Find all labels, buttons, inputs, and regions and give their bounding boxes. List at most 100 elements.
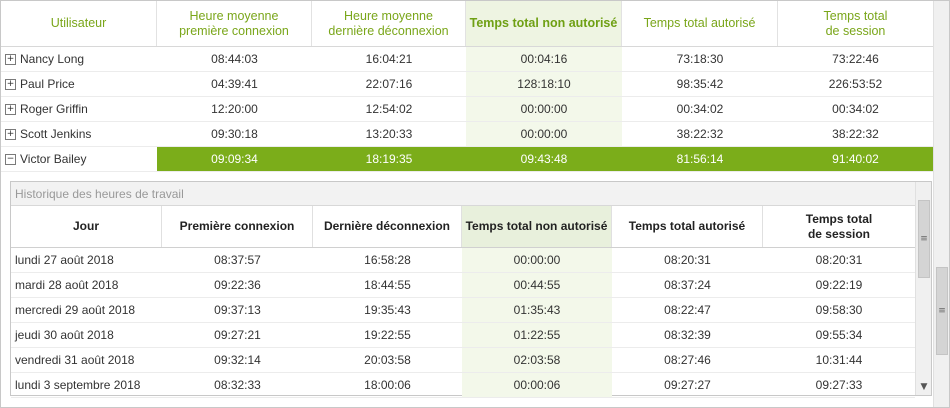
day-cell[interactable]: mardi 28 août 2018 — [11, 273, 162, 297]
plus-box-icon[interactable]: + — [5, 78, 16, 90]
table-row[interactable]: + Paul Price 04:39:41 22:07:16 128:18:10 … — [1, 72, 933, 97]
last-logout-cell[interactable]: 18:44:55 — [313, 273, 462, 297]
user-cell[interactable]: − Victor Bailey — [1, 147, 157, 171]
col-header-authorized-time[interactable]: Temps total autorisé — [622, 1, 778, 46]
col-header-session-time[interactable]: Temps total de session — [763, 206, 915, 247]
col-header-session-time[interactable]: Temps total de session — [778, 1, 933, 46]
last-logout-cell[interactable]: 20:03:58 — [313, 348, 462, 372]
avg-first-login-cell[interactable]: 04:39:41 — [157, 72, 312, 96]
authorized-time-cell[interactable]: 38:22:32 — [622, 122, 778, 146]
authorized-time-cell[interactable]: 08:27:46 — [612, 348, 763, 372]
plus-box-icon[interactable]: + — [5, 103, 16, 115]
unauthorized-time-cell[interactable]: 00:04:16 — [466, 47, 622, 71]
first-login-cell[interactable]: 09:32:14 — [162, 348, 313, 372]
avg-first-login-cell[interactable]: 12:20:00 — [157, 97, 312, 121]
avg-last-logout-cell[interactable]: 13:20:33 — [312, 122, 466, 146]
detail-vertical-scrollbar[interactable]: ≡ ▼ — [915, 182, 931, 395]
table-row[interactable]: mercredi 29 août 2018 09:37:13 19:35:43 … — [11, 298, 915, 323]
first-login-cell[interactable]: 09:37:13 — [162, 298, 313, 322]
authorized-time-cell[interactable]: 08:22:47 — [612, 298, 763, 322]
unauthorized-time-cell[interactable]: 00:00:00 — [462, 248, 612, 272]
unauthorized-time-cell[interactable]: 128:18:10 — [466, 72, 622, 96]
first-login-cell[interactable]: 09:22:36 — [162, 273, 313, 297]
avg-first-login-cell[interactable]: 09:09:34 — [157, 147, 312, 171]
unauthorized-time-cell[interactable]: 00:00:00 — [466, 97, 622, 121]
authorized-time-cell[interactable]: 00:34:02 — [622, 97, 778, 121]
unauthorized-time-cell[interactable]: 00:00:00 — [466, 122, 622, 146]
table-row-selected[interactable]: − Victor Bailey 09:09:34 18:19:35 09:43:4… — [1, 147, 933, 172]
table-row[interactable]: + Scott Jenkins 09:30:18 13:20:33 00:00:0… — [1, 122, 933, 147]
session-time-cell[interactable]: 73:22:46 — [778, 47, 933, 71]
plus-box-icon[interactable]: + — [5, 128, 16, 140]
session-time-cell[interactable]: 226:53:52 — [778, 72, 933, 96]
main-vertical-scrollbar[interactable]: ≡ — [933, 1, 949, 407]
authorized-time-cell[interactable]: 98:35:42 — [622, 72, 778, 96]
user-cell[interactable]: + Roger Griffin — [1, 97, 157, 121]
day-cell[interactable]: jeudi 30 août 2018 — [11, 323, 162, 347]
col-header-user[interactable]: Utilisateur — [1, 1, 157, 46]
minus-box-icon[interactable]: − — [5, 153, 16, 165]
unauthorized-time-cell[interactable]: 01:22:55 — [462, 323, 612, 347]
authorized-time-cell[interactable]: 73:18:30 — [622, 47, 778, 71]
unauthorized-time-cell[interactable]: 02:03:58 — [462, 348, 612, 372]
col-header-authorized-time[interactable]: Temps total autorisé — [612, 206, 763, 247]
detail-scroll-thumb[interactable]: ≡ — [918, 200, 930, 278]
session-time-cell[interactable]: 38:22:32 — [778, 122, 933, 146]
session-time-cell[interactable]: 08:20:31 — [763, 248, 915, 272]
avg-last-logout-cell[interactable]: 18:19:35 — [312, 147, 466, 171]
col-header-day[interactable]: Jour — [11, 206, 162, 247]
session-time-cell[interactable]: 10:31:44 — [763, 348, 915, 372]
user-cell[interactable]: + Nancy Long — [1, 47, 157, 71]
first-login-cell[interactable]: 08:32:33 — [162, 373, 313, 397]
first-login-cell[interactable]: 09:27:21 — [162, 323, 313, 347]
authorized-time-cell[interactable]: 08:32:39 — [612, 323, 763, 347]
plus-box-icon[interactable]: + — [5, 53, 16, 65]
unauthorized-time-cell[interactable]: 01:35:43 — [462, 298, 612, 322]
last-logout-cell[interactable]: 19:22:55 — [313, 323, 462, 347]
authorized-time-cell[interactable]: 08:20:31 — [612, 248, 763, 272]
day-cell[interactable]: vendredi 31 août 2018 — [11, 348, 162, 372]
col-header-avg-last-logout[interactable]: Heure moyenne dernière déconnexion — [312, 1, 466, 46]
table-row[interactable]: + Roger Griffin 12:20:00 12:54:02 00:00:0… — [1, 97, 933, 122]
last-logout-cell[interactable]: 16:58:28 — [313, 248, 462, 272]
col-header-unauthorized-time[interactable]: Temps total non autorisé — [466, 1, 622, 46]
session-time-cell[interactable]: 09:27:33 — [763, 373, 915, 397]
chevron-down-icon[interactable]: ▼ — [916, 379, 932, 395]
last-logout-cell[interactable]: 19:35:43 — [313, 298, 462, 322]
scroll-up-arrow[interactable] — [916, 182, 932, 198]
table-row[interactable]: mardi 28 août 2018 09:22:36 18:44:55 00:… — [11, 273, 915, 298]
session-time-cell[interactable]: 91:40:02 — [778, 147, 933, 171]
day-cell[interactable]: lundi 3 septembre 2018 — [11, 373, 162, 397]
table-row[interactable]: vendredi 31 août 2018 09:32:14 20:03:58 … — [11, 348, 915, 373]
unauthorized-time-cell[interactable]: 09:43:48 — [466, 147, 622, 171]
user-cell[interactable]: + Paul Price — [1, 72, 157, 96]
table-row[interactable]: lundi 3 septembre 2018 08:32:33 18:00:06… — [11, 373, 915, 398]
user-cell[interactable]: + Scott Jenkins — [1, 122, 157, 146]
avg-first-login-cell[interactable]: 08:44:03 — [157, 47, 312, 71]
day-cell[interactable]: mercredi 29 août 2018 — [11, 298, 162, 322]
avg-last-logout-cell[interactable]: 12:54:02 — [312, 97, 466, 121]
col-header-unauthorized-time[interactable]: Temps total non autorisé — [462, 206, 612, 247]
day-cell[interactable]: lundi 27 août 2018 — [11, 248, 162, 272]
col-header-first-login[interactable]: Première connexion — [162, 206, 313, 247]
col-header-avg-first-login[interactable]: Heure moyenne première connexion — [157, 1, 312, 46]
main-scroll-thumb[interactable]: ≡ — [936, 267, 948, 355]
session-time-cell[interactable]: 09:22:19 — [763, 273, 915, 297]
table-row[interactable]: + Nancy Long 08:44:03 16:04:21 00:04:16 7… — [1, 47, 933, 72]
last-logout-cell[interactable]: 18:00:06 — [313, 373, 462, 397]
unauthorized-time-cell[interactable]: 00:00:06 — [462, 373, 612, 397]
unauthorized-time-cell[interactable]: 00:44:55 — [462, 273, 612, 297]
table-row[interactable]: lundi 27 août 2018 08:37:57 16:58:28 00:… — [11, 248, 915, 273]
session-time-cell[interactable]: 09:58:30 — [763, 298, 915, 322]
session-time-cell[interactable]: 00:34:02 — [778, 97, 933, 121]
avg-last-logout-cell[interactable]: 22:07:16 — [312, 72, 466, 96]
avg-last-logout-cell[interactable]: 16:04:21 — [312, 47, 466, 71]
col-header-last-logout[interactable]: Dernière déconnexion — [313, 206, 462, 247]
session-time-cell[interactable]: 09:55:34 — [763, 323, 915, 347]
avg-first-login-cell[interactable]: 09:30:18 — [157, 122, 312, 146]
table-row[interactable]: jeudi 30 août 2018 09:27:21 19:22:55 01:… — [11, 323, 915, 348]
authorized-time-cell[interactable]: 08:37:24 — [612, 273, 763, 297]
authorized-time-cell[interactable]: 81:56:14 — [622, 147, 778, 171]
authorized-time-cell[interactable]: 09:27:27 — [612, 373, 763, 397]
first-login-cell[interactable]: 08:37:57 — [162, 248, 313, 272]
